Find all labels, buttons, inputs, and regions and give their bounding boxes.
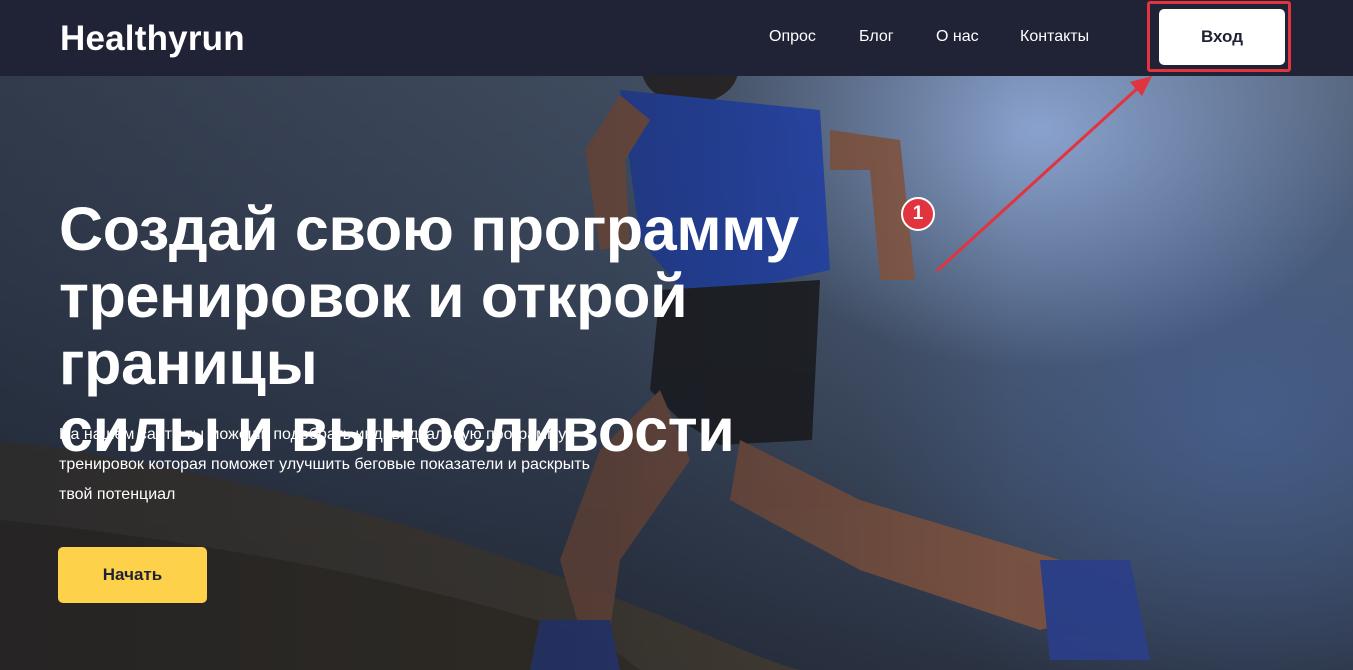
hero-title-line: тренировок и открой границы: [59, 262, 688, 397]
site-header: Healthyrun Опрос Блог О нас Контакты Вхо…: [0, 0, 1353, 76]
step-number-badge: 1: [901, 197, 935, 231]
site-logo[interactable]: Healthyrun: [60, 19, 245, 59]
landing-page: Healthyrun Опрос Блог О нас Контакты Вхо…: [0, 0, 1353, 670]
hero-title-line: Создай свою программу: [59, 195, 799, 263]
start-button[interactable]: Начать: [58, 547, 207, 603]
hero-description: На нашем сайте ты можешь подобрать индив…: [59, 420, 649, 510]
login-button[interactable]: Вход: [1159, 9, 1285, 65]
hero-description-line: На нашем сайте ты можешь подобрать индив…: [59, 426, 567, 443]
nav-link-about[interactable]: О нас: [936, 28, 979, 46]
nav-link-survey[interactable]: Опрос: [769, 28, 816, 46]
nav-link-contacts[interactable]: Контакты: [1020, 28, 1089, 46]
hero-description-line: тренировок которая поможет улучшить бего…: [59, 456, 590, 473]
nav-link-blog[interactable]: Блог: [859, 28, 894, 46]
hero-description-line: твой потенциал: [59, 486, 176, 503]
